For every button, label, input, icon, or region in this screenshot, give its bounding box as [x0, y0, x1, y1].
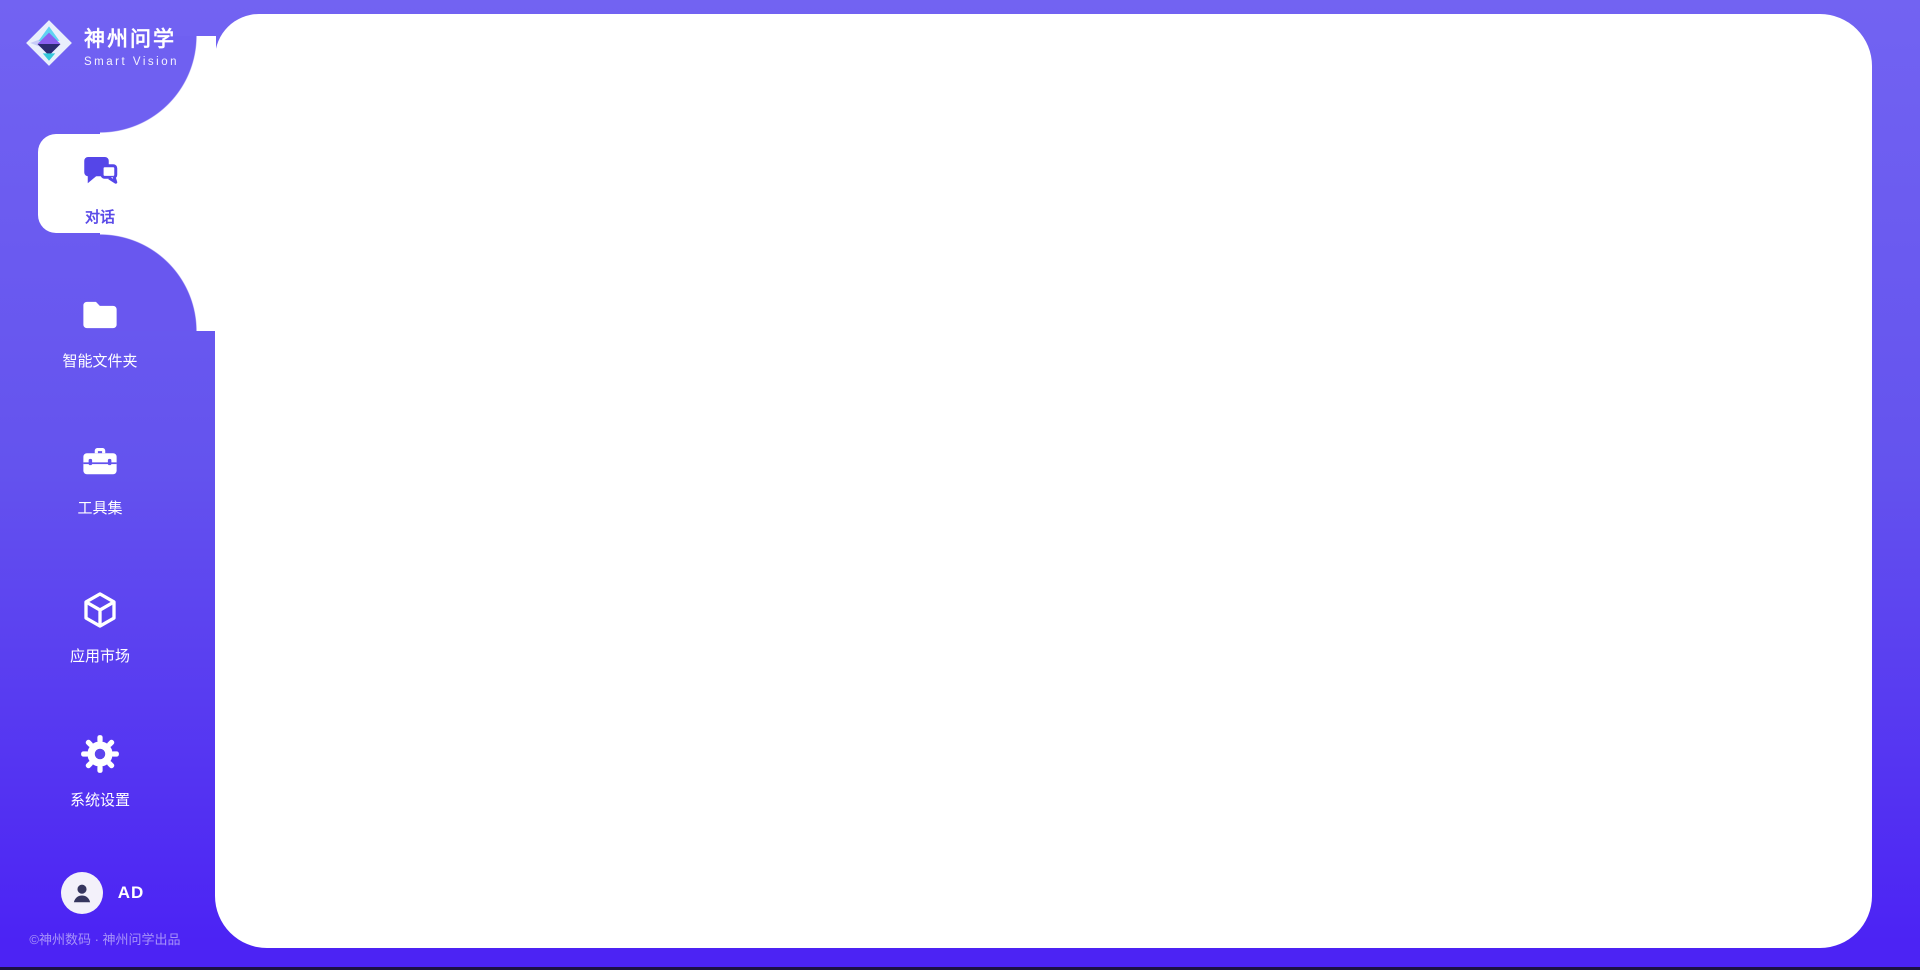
sidebar-item-chat[interactable]: 对话 [0, 150, 200, 227]
folder-icon [79, 294, 121, 341]
user-profile[interactable]: AD [0, 872, 205, 914]
cube-icon [79, 589, 121, 636]
app-logo: 神州问学 Smart Vision [24, 18, 179, 73]
sidebar-item-label: 系统设置 [70, 789, 130, 810]
main-panel [215, 14, 1872, 948]
sidebar-item-label: 对话 [85, 206, 115, 227]
toolbox-icon [79, 441, 121, 488]
sidebar-item-label: 工具集 [77, 497, 122, 518]
sidebar-item-folders[interactable]: 智能文件夹 [0, 294, 200, 371]
user-initials: AD [118, 883, 145, 903]
gear-icon [79, 733, 121, 780]
sidebar-item-label: 应用市场 [70, 645, 130, 666]
brand-name: 神州问学 [84, 23, 179, 53]
sidebar-item-tools[interactable]: 工具集 [0, 441, 200, 518]
chat-icon [79, 150, 121, 197]
sidebar-item-label: 智能文件夹 [62, 350, 137, 371]
avatar [61, 872, 103, 914]
brand-diamond-icon [24, 18, 74, 73]
sidebar-item-settings[interactable]: 系统设置 [0, 733, 200, 810]
brand-subtitle: Smart Vision [84, 56, 179, 68]
sidebar-footer: ©神州数码 · 神州问学出品 [0, 929, 210, 948]
sidebar-item-apps[interactable]: 应用市场 [0, 589, 200, 666]
